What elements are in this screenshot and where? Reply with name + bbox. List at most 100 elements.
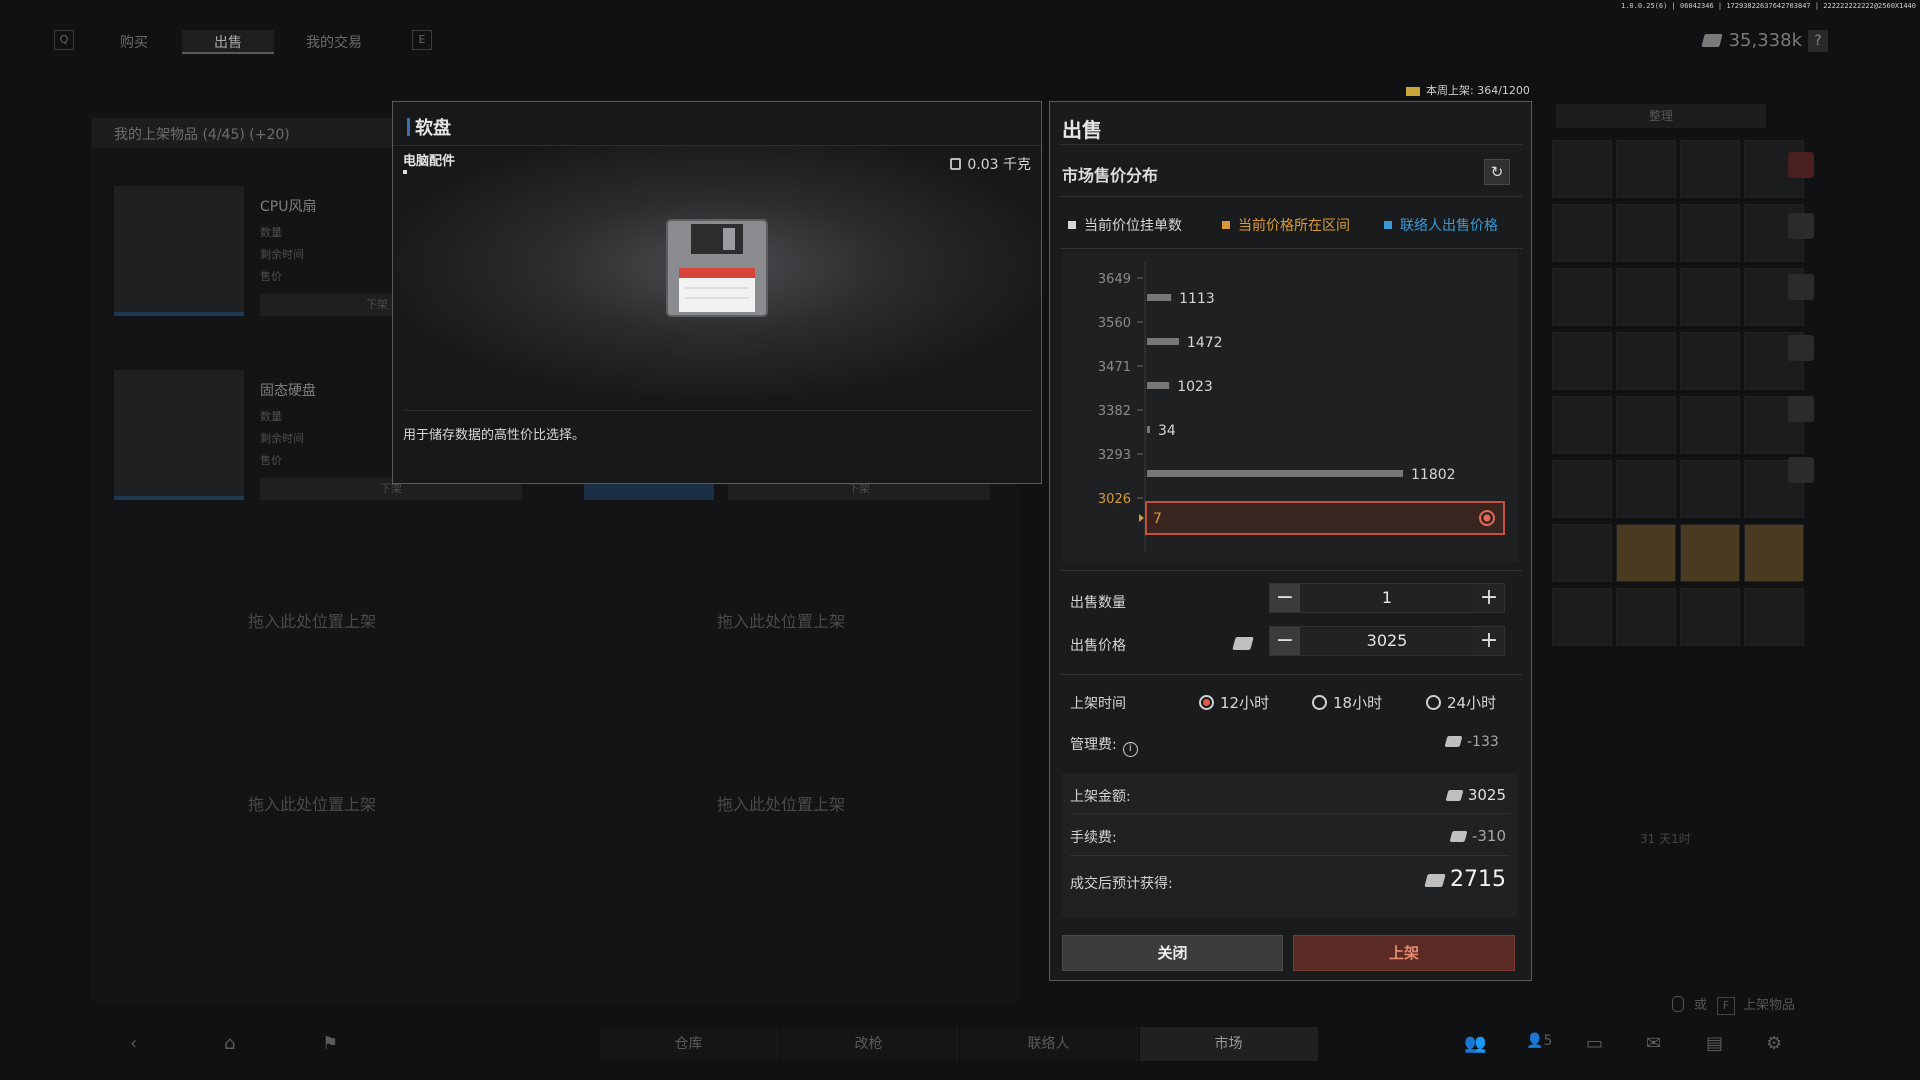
y-tick-label: 3649 bbox=[1098, 272, 1131, 287]
inventory-slot[interactable] bbox=[1616, 140, 1676, 198]
drop-slot-hint[interactable]: 拖入此处位置上架 bbox=[248, 608, 376, 632]
selected-indicator-dot bbox=[1483, 514, 1491, 522]
bar-value-label: 11802 bbox=[1411, 467, 1456, 483]
inventory-slot[interactable] bbox=[1552, 204, 1612, 262]
histogram-svg: 3649 1113 3560 1472 3471 1023 3382 34 3293 11802 3… bbox=[1098, 262, 1505, 552]
inventory-slot[interactable] bbox=[1680, 332, 1740, 390]
inventory-slot[interactable] bbox=[1552, 332, 1612, 390]
quantity-decrease-button[interactable]: − bbox=[1270, 584, 1300, 612]
radio-selected-icon[interactable] bbox=[1199, 695, 1214, 710]
nav-tab-market[interactable]: 市场 bbox=[1140, 1027, 1318, 1061]
inventory-slot[interactable] bbox=[1616, 268, 1676, 326]
category-icon[interactable] bbox=[1788, 335, 1814, 361]
inventory-slot[interactable] bbox=[1552, 140, 1612, 198]
quantity-value[interactable]: 1 bbox=[1300, 584, 1474, 612]
histogram-bar bbox=[1147, 426, 1150, 433]
current-price-marker bbox=[1139, 514, 1144, 522]
side-category-bar[interactable] bbox=[1788, 152, 1814, 518]
inventory-slot[interactable] bbox=[1552, 396, 1612, 454]
item-category: 电脑配件 bbox=[403, 154, 456, 169]
settings-icon[interactable]: ⚙ bbox=[1766, 1033, 1782, 1054]
drop-slot-hint[interactable]: 拖入此处位置上架 bbox=[717, 608, 845, 632]
drop-slot-hint[interactable]: 拖入此处位置上架 bbox=[717, 791, 845, 815]
inventory-slot[interactable] bbox=[1552, 460, 1612, 518]
friends-icon[interactable]: 👥 bbox=[1464, 1033, 1486, 1054]
quantity-increase-button[interactable]: + bbox=[1474, 584, 1504, 612]
flag-icon[interactable]: ⚑ bbox=[322, 1033, 338, 1054]
price-input[interactable]: 3025 bbox=[1300, 627, 1474, 655]
inventory-slot[interactable] bbox=[1680, 268, 1740, 326]
inventory-slot[interactable] bbox=[1552, 588, 1612, 646]
divider bbox=[1060, 196, 1522, 197]
inventory-slot[interactable] bbox=[1616, 204, 1676, 262]
price-label: 出售价格 bbox=[1070, 638, 1126, 654]
list-item-button[interactable]: 上架 bbox=[1293, 935, 1515, 971]
info-icon[interactable]: i bbox=[1122, 742, 1138, 757]
price-increase-button[interactable]: + bbox=[1474, 627, 1504, 655]
category-icon[interactable] bbox=[1788, 396, 1814, 422]
inventory-slot[interactable] bbox=[1616, 396, 1676, 454]
divider bbox=[1060, 570, 1522, 571]
inventory-slot[interactable] bbox=[1680, 204, 1740, 262]
inventory-slot[interactable] bbox=[1616, 524, 1676, 582]
chat-icon[interactable]: ▭ bbox=[1586, 1033, 1603, 1054]
category-icon[interactable] bbox=[1788, 152, 1814, 178]
nav-tab-warehouse[interactable]: 仓库 bbox=[600, 1027, 778, 1061]
inventory-slot[interactable] bbox=[1616, 588, 1676, 646]
listing-time-label: 剩余时间 bbox=[260, 432, 304, 445]
inventory-slot[interactable] bbox=[1616, 460, 1676, 518]
tab-sell[interactable]: 出售 bbox=[214, 32, 242, 52]
back-icon[interactable]: ‹ bbox=[130, 1033, 137, 1054]
inventory-slot[interactable] bbox=[1680, 460, 1740, 518]
inventory-slot[interactable] bbox=[1680, 588, 1740, 646]
y-tick-label: 3560 bbox=[1098, 316, 1131, 331]
selected-price-row[interactable] bbox=[1145, 501, 1505, 535]
nav-tab-contacts[interactable]: 联络人 bbox=[960, 1027, 1138, 1061]
category-icon[interactable] bbox=[1788, 213, 1814, 239]
inventory-grid[interactable] bbox=[1552, 140, 1804, 680]
item-name: 软盘 bbox=[415, 118, 451, 139]
price-stepper[interactable]: − 3025 + bbox=[1269, 626, 1505, 656]
inventory-slot[interactable] bbox=[1680, 524, 1740, 582]
unlist-button[interactable]: 下架 bbox=[260, 294, 392, 316]
coin-icon bbox=[1449, 831, 1468, 842]
category-icon[interactable] bbox=[1788, 457, 1814, 483]
duration-option-24h[interactable]: 24小时 bbox=[1426, 692, 1496, 713]
inventory-slot[interactable] bbox=[1552, 524, 1612, 582]
management-fee-value: -133 bbox=[1444, 734, 1499, 750]
legend-swatch bbox=[1384, 221, 1392, 229]
notes-icon[interactable]: ▤ bbox=[1706, 1033, 1723, 1054]
tab-my-trades[interactable]: 我的交易 bbox=[306, 32, 362, 52]
tab-buy[interactable]: 购买 bbox=[120, 32, 148, 52]
inventory-slot[interactable] bbox=[1680, 140, 1740, 198]
inventory-slot[interactable] bbox=[1616, 332, 1676, 390]
help-button[interactable]: ? bbox=[1808, 30, 1828, 52]
legend-swatch bbox=[1222, 221, 1230, 229]
price-decrease-button[interactable]: − bbox=[1270, 627, 1300, 655]
bar-value-label: 7 bbox=[1153, 511, 1162, 527]
category-icon[interactable] bbox=[1788, 274, 1814, 300]
drop-slot-hint[interactable]: 拖入此处位置上架 bbox=[248, 791, 376, 815]
quantity-stepper[interactable]: − 1 + bbox=[1269, 583, 1505, 613]
listing-time-label: 剩余时间 bbox=[260, 248, 304, 261]
nav-tab-gunsmith[interactable]: 改枪 bbox=[780, 1027, 958, 1061]
close-button[interactable]: 关闭 bbox=[1062, 935, 1283, 971]
sort-button[interactable]: 整理 bbox=[1556, 104, 1766, 128]
refresh-icon[interactable]: ↻ bbox=[1484, 159, 1510, 185]
social-count[interactable]: 👤5 bbox=[1526, 1033, 1552, 1049]
inventory-slot[interactable] bbox=[1744, 524, 1804, 582]
inventory-slot[interactable] bbox=[1680, 396, 1740, 454]
duration-option-18h[interactable]: 18小时 bbox=[1312, 692, 1382, 713]
listing-thumbnail bbox=[114, 186, 244, 316]
duration-option-12h[interactable]: 12小时 bbox=[1199, 692, 1269, 713]
inventory-slot[interactable] bbox=[1552, 268, 1612, 326]
home-icon[interactable]: ⌂ bbox=[224, 1033, 235, 1054]
inventory-slot[interactable] bbox=[1744, 588, 1804, 646]
mail-icon[interactable]: ✉ bbox=[1646, 1033, 1661, 1054]
legend-swatch bbox=[1068, 221, 1076, 229]
price-distribution-chart[interactable]: 3649 1113 3560 1472 3471 1023 3382 34 3293 11802 3… bbox=[1062, 252, 1518, 562]
radio-icon[interactable] bbox=[1426, 695, 1441, 710]
sell-panel: 出售 市场售价分布 ↻ 当前价位挂单数 当前价格所在区间 联络人出售价格 364… bbox=[1049, 101, 1532, 981]
divider bbox=[1070, 813, 1510, 814]
radio-icon[interactable] bbox=[1312, 695, 1327, 710]
